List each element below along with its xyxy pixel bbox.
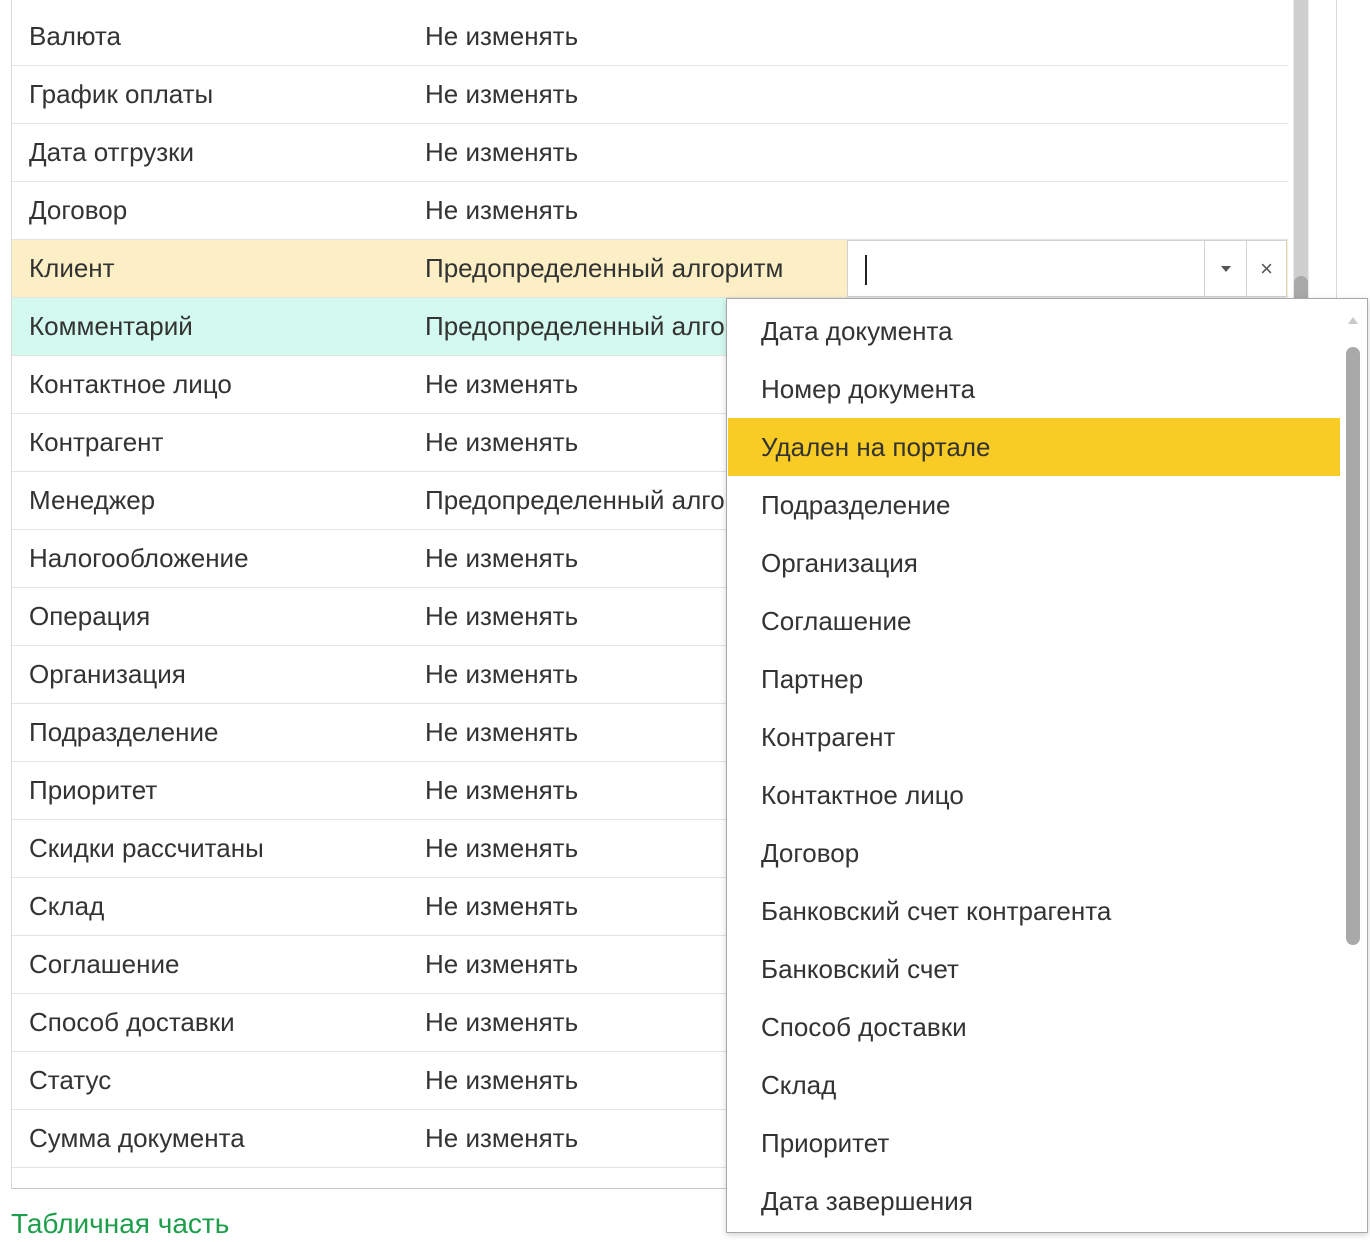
attribute-name-cell: Менеджер — [29, 485, 156, 515]
attribute-name-cell: Договор — [29, 195, 128, 225]
attribute-name-cell: Валюта — [29, 21, 121, 51]
attribute-name-cell: График оплаты — [29, 79, 214, 109]
attribute-name-cell: Подразделение — [29, 717, 219, 747]
scroll-up-icon[interactable] — [1348, 317, 1358, 324]
section-title: Табличная часть — [11, 1208, 230, 1239]
attribute-value-cell[interactable]: Не изменять — [408, 182, 1288, 239]
attribute-value-cell[interactable]: Не изменять — [408, 66, 1288, 123]
dropdown-item[interactable]: Соглашение — [728, 592, 1340, 650]
attribute-name-cell: Дата отгрузки — [29, 137, 195, 167]
clear-button[interactable]: × — [1246, 241, 1286, 296]
attribute-name-cell — [12, 1168, 408, 1188]
dropdown-item[interactable]: Номер документа — [728, 360, 1340, 418]
attribute-name-cell: Соглашение — [29, 949, 180, 979]
attribute-name-cell: Способ доставки — [29, 1007, 235, 1037]
attribute-name-cell: Организация — [29, 659, 186, 689]
close-icon: × — [1260, 255, 1273, 281]
dropdown-button[interactable] — [1204, 241, 1246, 296]
dropdown-item[interactable]: Партнер — [728, 650, 1340, 708]
divider — [1336, 0, 1337, 298]
attribute-name-cell: Скидки рассчитаны — [29, 833, 264, 863]
table-row[interactable]: График оплаты Не изменять — [12, 66, 1288, 124]
attribute-name-cell: Статус — [29, 1065, 112, 1095]
table-scrollbar-track — [1294, 0, 1308, 290]
value-editor-field[interactable]: × — [847, 240, 1287, 297]
table-row[interactable]: Дата отгрузки Не изменять — [12, 124, 1288, 182]
dropdown-item[interactable]: Приоритет — [728, 1114, 1340, 1172]
dropdown-item[interactable]: Контрагент — [728, 708, 1340, 766]
attribute-value-cell[interactable]: Не изменять — [408, 124, 1288, 181]
dropdown-item[interactable]: Банковский счет контрагента — [728, 882, 1340, 940]
dropdown-list[interactable]: Дата завершения Приоритет Склад Способ дост… — [726, 298, 1368, 1233]
dropdown-item[interactable]: Способ доставки — [728, 998, 1340, 1056]
attribute-name-cell: Налогообложение — [29, 543, 249, 573]
dropdown-item[interactable]: Организация — [728, 534, 1340, 592]
dropdown-item[interactable]: Дата документа — [728, 302, 1340, 360]
attribute-name-cell: Операция — [29, 601, 151, 631]
dropdown-item[interactable]: Удален на портале — [728, 418, 1340, 476]
table-scrollbar-thumb[interactable] — [1294, 276, 1308, 300]
dropdown-item[interactable]: Склад — [728, 1056, 1340, 1114]
dropdown-scrollbar-thumb[interactable] — [1346, 347, 1360, 945]
attribute-name-cell: Приоритет — [29, 775, 158, 805]
table-scrollbar[interactable] — [1293, 0, 1309, 300]
table-row[interactable]: Валюта Не изменять — [12, 8, 1288, 66]
attribute-name-cell: Контактное лицо — [29, 369, 232, 399]
triangle-down-icon — [1220, 265, 1231, 272]
dropdown-scrollbar[interactable] — [1344, 307, 1366, 1232]
attribute-name-cell: Клиент — [12, 240, 408, 297]
attribute-name-cell: Контрагент — [29, 427, 164, 457]
text-cursor — [865, 255, 867, 285]
table-row[interactable]: Договор Не изменять — [12, 182, 1288, 240]
dropdown-item[interactable]: Банковский счет — [728, 940, 1340, 998]
attribute-name-cell: Комментарий — [12, 298, 408, 355]
attribute-name-cell: Сумма документа — [29, 1123, 245, 1153]
attribute-name-cell: Склад — [29, 891, 105, 921]
dropdown-item[interactable]: Договор — [728, 824, 1340, 882]
dropdown-item[interactable]: Контактное лицо — [728, 766, 1340, 824]
dropdown-item[interactable]: Подразделение — [728, 476, 1340, 534]
attribute-value-cell[interactable]: Не изменять — [408, 8, 1288, 65]
dropdown-item[interactable]: Дата завершения — [728, 1172, 1340, 1230]
